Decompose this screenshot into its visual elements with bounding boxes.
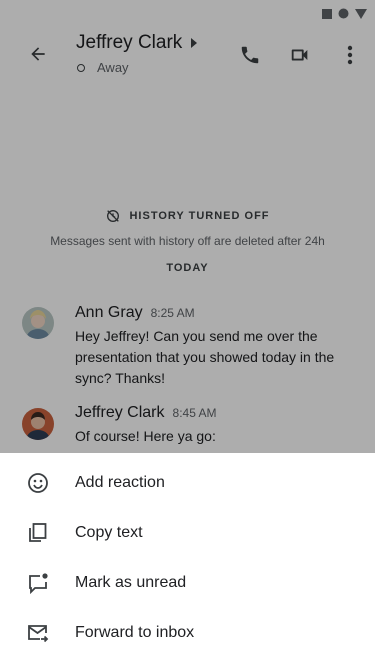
copy-icon [25, 520, 51, 546]
sheet-item-label: Add reaction [75, 474, 165, 491]
sheet-item-label: Copy text [75, 524, 143, 541]
smiley-icon [25, 470, 51, 496]
forward-to-inbox-button[interactable]: Forward to inbox [0, 608, 375, 658]
forward-to-inbox-icon [25, 620, 51, 646]
message-actions-sheet: Add reaction Copy text Mark as unread Fo… [0, 453, 375, 666]
mark-unread-icon [25, 570, 51, 596]
sheet-item-label: Mark as unread [75, 574, 187, 591]
copy-text-button[interactable]: Copy text [0, 508, 375, 558]
add-reaction-button[interactable]: Add reaction [0, 458, 375, 508]
mark-unread-button[interactable]: Mark as unread [0, 558, 375, 608]
sheet-item-label: Forward to inbox [75, 624, 195, 641]
